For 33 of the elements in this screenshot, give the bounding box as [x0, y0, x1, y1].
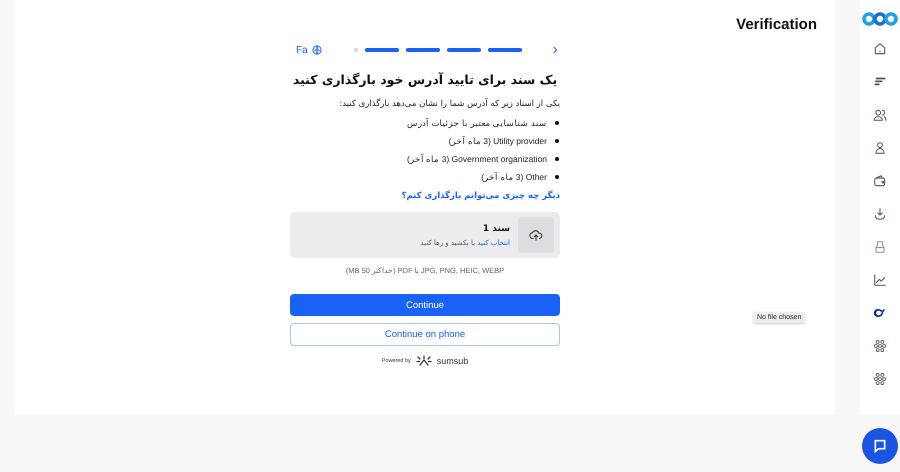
home-icon: [873, 42, 887, 56]
bullet-icon: [555, 157, 559, 161]
chart-icon: [873, 273, 887, 287]
flask-icon: [873, 240, 887, 254]
document-type: Other (3 ماه آخر): [481, 172, 547, 182]
chat-button[interactable]: [862, 428, 898, 464]
page-title: Verification: [736, 16, 817, 32]
network-icon: [873, 339, 887, 353]
cloud-upload-icon: [529, 228, 543, 242]
wallet-icon: [873, 174, 887, 188]
document-type: سند شناسایی معتبر با جزئیات آدرس: [407, 118, 547, 128]
user-icon: [873, 141, 887, 155]
network-icon: [873, 372, 887, 386]
brand-logo-icon: [862, 12, 898, 27]
continue-button[interactable]: Continue: [290, 294, 560, 316]
document-title: سند 1: [482, 224, 510, 234]
users-icon: [873, 108, 887, 122]
document-type: Utility provider (3 ماه آخر): [448, 136, 547, 146]
bullet-icon: [555, 175, 559, 179]
instruction-text: یکی از اسناد زیر که آدرس شما را نشان می‌دهد بارگذاری کنید:: [338, 99, 560, 109]
continue-on-phone-button[interactable]: Continue on phone: [290, 323, 560, 346]
document-type: Government organization (3 ماه آخر): [407, 154, 547, 164]
chat-bubble-icon: [872, 438, 888, 454]
heading: یک سند برای تایید آدرس خود بارگذاری کنید: [292, 71, 558, 89]
globe-icon: [312, 45, 322, 55]
language-button[interactable]: Fa: [290, 44, 328, 56]
brand-name: sumsub: [436, 356, 468, 366]
help-link[interactable]: دیگر چه چیزی می‌توانم بارگذاری کنم؟: [290, 191, 560, 201]
bullet-icon: [555, 139, 559, 143]
alpha-logo-icon: [873, 306, 887, 320]
download-icon: [873, 207, 887, 221]
sumsub-logo-icon: [416, 355, 432, 366]
bullet-icon: [555, 121, 559, 125]
